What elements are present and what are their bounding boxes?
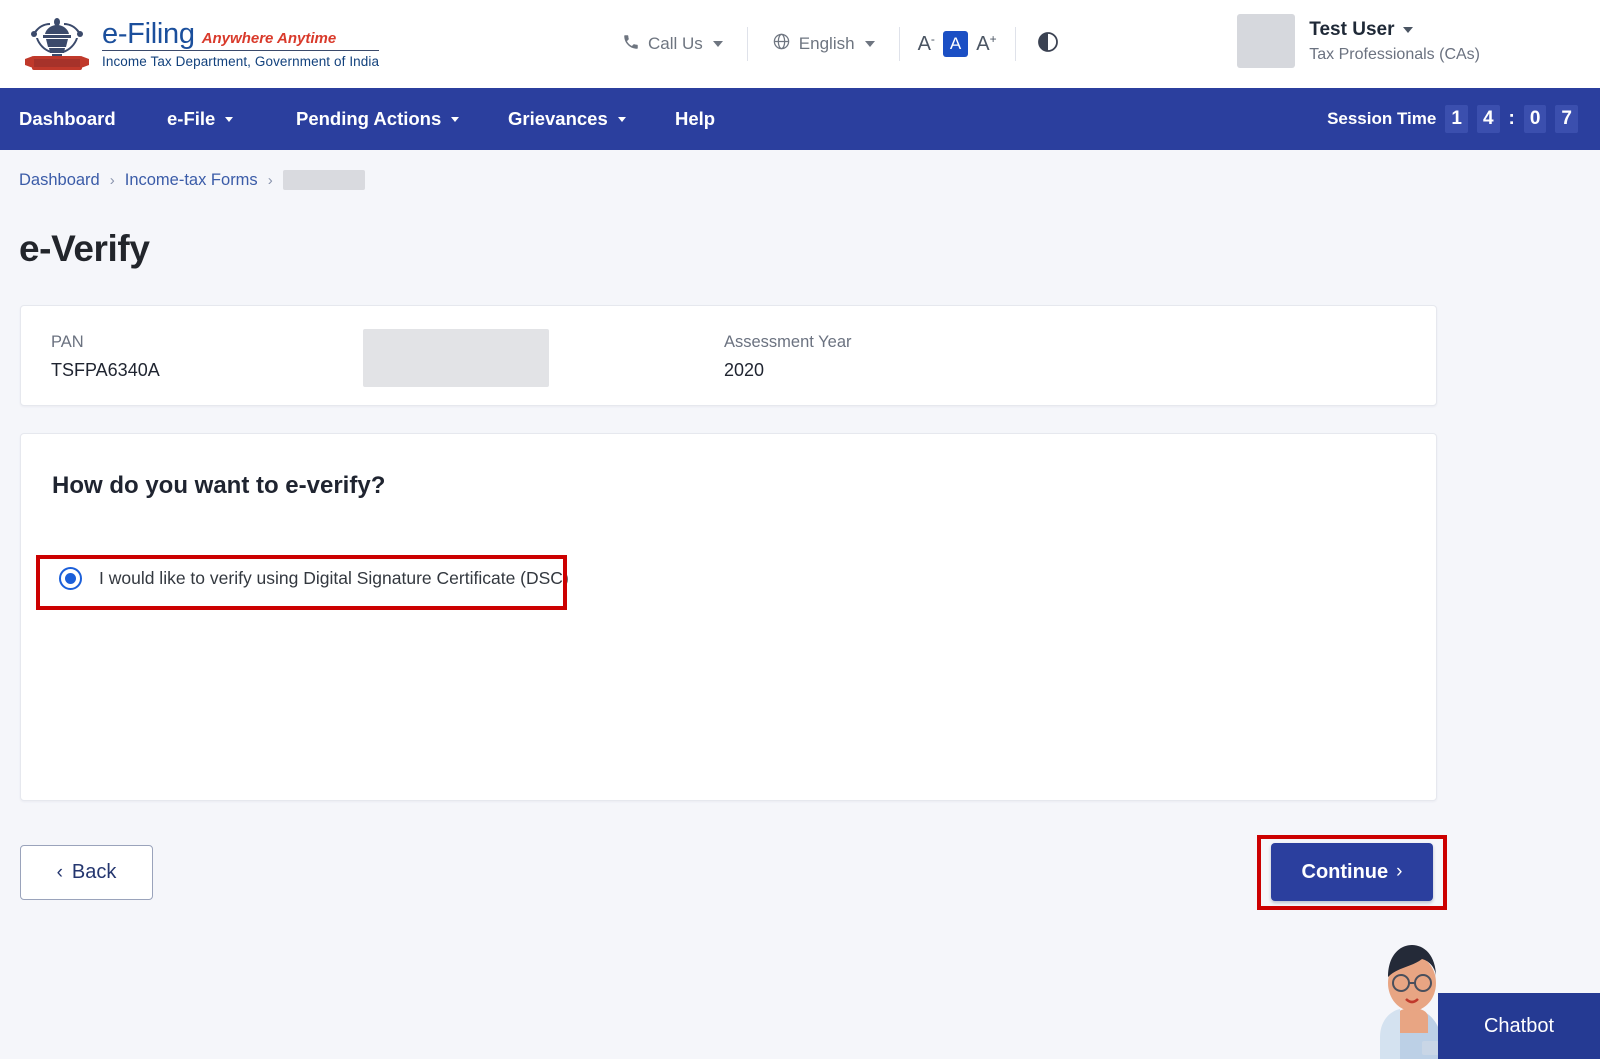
- nav-label: Help: [675, 108, 715, 130]
- nav-item-grievances[interactable]: Grievances: [508, 88, 626, 150]
- breadcrumb: Dashboard › Income-tax Forms ›: [19, 170, 365, 190]
- pan-label: PAN: [51, 333, 363, 352]
- everify-options-card: How do you want to e-verify? I would lik…: [20, 433, 1437, 801]
- back-button[interactable]: ‹ Back: [20, 845, 153, 900]
- session-time-label: Session Time: [1327, 109, 1436, 129]
- brand-logo[interactable]: e-Filing Anywhere Anytime Income Tax Dep…: [18, 11, 379, 77]
- session-minutes-ones: 7: [1555, 105, 1578, 133]
- nav-label: Pending Actions: [296, 108, 441, 130]
- page-title: e-Verify: [19, 228, 150, 270]
- language-label: English: [799, 34, 855, 54]
- breadcrumb-separator: ›: [110, 172, 115, 189]
- pan-value: TSFPA6340A: [51, 360, 363, 381]
- call-us-button[interactable]: Call Us: [608, 24, 737, 64]
- font-normal-letter: A: [950, 34, 961, 54]
- everify-option-dsc-label: I would like to verify using Digital Sig…: [99, 568, 569, 589]
- assessment-year-value: 2020: [724, 360, 852, 381]
- session-separator: :: [1509, 108, 1515, 130]
- user-name-row[interactable]: Test User: [1309, 19, 1480, 41]
- continue-button-label: Continue: [1302, 861, 1389, 884]
- everify-option-dsc[interactable]: I would like to verify using Digital Sig…: [59, 567, 569, 590]
- radio-button-dsc[interactable]: [59, 567, 82, 590]
- assessment-year-field: Assessment Year 2020: [724, 333, 852, 381]
- continue-button[interactable]: Continue ›: [1271, 843, 1433, 901]
- breadcrumb-separator: ›: [268, 172, 273, 189]
- nav-label: e-File: [167, 108, 215, 130]
- assessment-year-label: Assessment Year: [724, 333, 852, 352]
- brand-subtitle: Income Tax Department, Government of Ind…: [102, 54, 379, 69]
- user-role: Tax Professionals (CAs): [1309, 46, 1480, 64]
- chevron-down-icon: [1403, 27, 1413, 33]
- chevron-left-icon: ‹: [57, 862, 63, 884]
- chatbot-button[interactable]: Chatbot: [1438, 993, 1600, 1059]
- chevron-right-icon: ›: [1396, 861, 1402, 883]
- brand-text: e-Filing Anywhere Anytime Income Tax Dep…: [102, 19, 379, 69]
- font-size-decrease-button[interactable]: A-: [910, 31, 943, 58]
- user-profile[interactable]: Test User Tax Professionals (CAs): [1237, 14, 1480, 68]
- chevron-down-icon: [225, 117, 233, 122]
- brand-tagline: Anywhere Anytime: [202, 30, 336, 47]
- chatbot-widget[interactable]: Chatbot: [1366, 931, 1600, 1059]
- back-button-label: Back: [72, 861, 116, 884]
- contrast-toggle-icon[interactable]: [1026, 30, 1070, 59]
- breadcrumb-item-redacted: [283, 170, 365, 190]
- user-name: Test User: [1309, 19, 1394, 41]
- session-hours-tens: 1: [1445, 105, 1468, 133]
- main-navigation: Dashboard e-File Pending Actions Grievan…: [0, 88, 1600, 150]
- brand-title: e-Filing: [102, 19, 195, 49]
- header-divider: [1015, 27, 1016, 61]
- session-timer: Session Time 1 4 : 0 7: [1327, 88, 1578, 150]
- font-size-normal-button[interactable]: A: [943, 31, 968, 57]
- font-increase-sign: +: [990, 33, 997, 45]
- font-size-increase-button[interactable]: A+: [968, 31, 1004, 58]
- radio-selected-dot: [65, 573, 76, 584]
- phone-icon: [622, 33, 640, 56]
- efiling-everify-page: e-Filing Anywhere Anytime Income Tax Dep…: [0, 0, 1600, 1059]
- chevron-down-icon: [618, 117, 626, 122]
- nav-label: Dashboard: [19, 108, 116, 130]
- nav-label: Grievances: [508, 108, 608, 130]
- taxpayer-info-card: PAN TSFPA6340A Assessment Year 2020: [20, 305, 1437, 406]
- font-increase-letter: A: [976, 33, 989, 56]
- everify-question: How do you want to e-verify?: [52, 472, 385, 500]
- header-divider: [899, 27, 900, 61]
- chevron-down-icon: [451, 117, 459, 122]
- globe-icon: [772, 32, 791, 56]
- pan-field: PAN TSFPA6340A: [51, 333, 363, 381]
- nav-item-efile[interactable]: e-File: [167, 88, 233, 150]
- breadcrumb-item-income-tax-forms[interactable]: Income-tax Forms: [125, 171, 258, 190]
- nav-item-dashboard[interactable]: Dashboard: [19, 88, 116, 150]
- chevron-down-icon: [865, 41, 875, 47]
- header-divider: [747, 27, 748, 61]
- avatar: [1237, 14, 1295, 68]
- breadcrumb-item-dashboard[interactable]: Dashboard: [19, 171, 100, 190]
- session-hours-ones: 4: [1477, 105, 1500, 133]
- nav-item-pending-actions[interactable]: Pending Actions: [296, 88, 459, 150]
- chatbot-label: Chatbot: [1484, 1015, 1554, 1038]
- font-decrease-letter: A: [918, 33, 931, 56]
- font-decrease-sign: -: [931, 33, 935, 45]
- chevron-down-icon: [713, 41, 723, 47]
- nav-item-help[interactable]: Help: [675, 88, 715, 150]
- session-minutes-tens: 0: [1524, 105, 1547, 133]
- redacted-info-field: [363, 329, 549, 387]
- top-header: e-Filing Anywhere Anytime Income Tax Dep…: [0, 0, 1600, 88]
- call-us-label: Call Us: [648, 34, 703, 54]
- header-tools: Call Us English A-: [608, 0, 1070, 88]
- india-national-emblem-icon: [18, 11, 96, 77]
- language-selector[interactable]: English: [758, 24, 889, 64]
